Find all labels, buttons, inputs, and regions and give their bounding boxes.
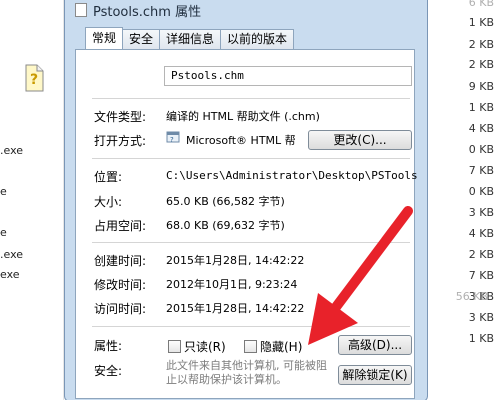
file-size: 2 KB: [468, 58, 494, 71]
tab-details[interactable]: 详细信息: [159, 29, 222, 49]
file-size: 0 KB: [468, 185, 494, 198]
dialog-titlebar[interactable]: Pstools.chm 属性: [75, 1, 202, 20]
size-on-disk-label: 占用空间:: [94, 219, 147, 233]
explorer-size-column: 6 KB 1 KB 2 KB 2 KB 9 KB 1 KB 4 KB 0 KB …: [420, 0, 500, 400]
tab-previous-versions[interactable]: 以前的版本: [220, 29, 295, 49]
modified-label: 修改时间:: [94, 278, 147, 292]
file-type-value: 编译的 HTML 帮助文件 (.chm): [166, 110, 320, 123]
explorer-file-list-left: .exe e e .exe exe: [0, 0, 64, 400]
readonly-checkbox[interactable]: [168, 340, 181, 353]
file-size: 1 KB: [468, 101, 494, 114]
size-label: 大小:: [94, 195, 123, 209]
created-value: 2015年1月28日, 14:42:22: [166, 254, 305, 267]
modified-value: 2012年10月1日, 9:23:24: [166, 278, 298, 291]
svg-text:?: ?: [30, 72, 38, 88]
chm-file-icon: [75, 3, 87, 17]
file-size: 7 KB: [468, 269, 494, 282]
file-size: 4 KB: [468, 227, 494, 240]
file-size: 3 KB: [468, 206, 494, 219]
file-size: 1 KB: [468, 332, 494, 345]
opens-with-label: 打开方式:: [94, 134, 147, 148]
created-label: 创建时间:: [94, 254, 147, 268]
location-value[interactable]: C:\Users\Administrator\Desktop\PSTools: [166, 169, 418, 182]
security-label: 安全:: [94, 364, 123, 378]
file-size: 2 KB: [468, 38, 494, 51]
help-viewer-app-icon: ?: [166, 131, 180, 144]
tab-strip: 常规 安全 详细信息 以前的版本: [85, 27, 295, 49]
location-label: 位置:: [94, 170, 123, 184]
file-size: 2 KB: [468, 248, 494, 261]
hidden-checkbox[interactable]: [244, 340, 257, 353]
file-size: 9 KB: [468, 80, 494, 93]
size-value: 65.0 KB (66,582 字节): [166, 195, 285, 208]
opens-with-value: Microsoft® HTML 帮: [186, 134, 296, 147]
annotation-arrow-icon: [308, 206, 413, 345]
change-button[interactable]: 更改(C)...: [308, 130, 412, 150]
file-list-item[interactable]: .exe: [0, 248, 23, 261]
attributes-label: 属性:: [94, 339, 123, 353]
size-on-disk-value: 68.0 KB (69,632 字节): [166, 219, 285, 232]
accessed-label: 访问时间:: [94, 302, 147, 316]
readonly-label[interactable]: 只读(R): [184, 338, 226, 355]
file-size-selected: 56 KB: [455, 290, 488, 303]
file-name-field[interactable]: Pstools.chm: [164, 66, 412, 86]
file-type-label: 文件类型:: [94, 110, 147, 124]
tab-general[interactable]: 常规: [85, 27, 124, 49]
tab-security[interactable]: 安全: [122, 29, 161, 49]
svg-text:?: ?: [170, 136, 174, 144]
file-list-item[interactable]: e: [0, 226, 7, 239]
file-list-item[interactable]: exe: [0, 268, 20, 281]
file-size: 0 KB: [468, 143, 494, 156]
separator: [92, 158, 410, 159]
separator: [92, 98, 410, 99]
help-file-icon: ?: [25, 64, 44, 92]
accessed-value: 2015年1月28日, 14:42:22: [166, 302, 305, 315]
dialog-title: Pstools.chm 属性: [93, 4, 202, 20]
file-size: 7 KB: [468, 164, 494, 177]
file-size: 4 KB: [468, 122, 494, 135]
unblock-button[interactable]: 解除锁定(K): [338, 365, 412, 385]
file-list-item[interactable]: e: [0, 185, 7, 198]
file-size: 6 KB: [468, 0, 494, 9]
file-size: 1 KB: [468, 16, 494, 29]
file-size: 3 KB: [468, 311, 494, 324]
file-list-item[interactable]: .exe: [0, 144, 23, 157]
